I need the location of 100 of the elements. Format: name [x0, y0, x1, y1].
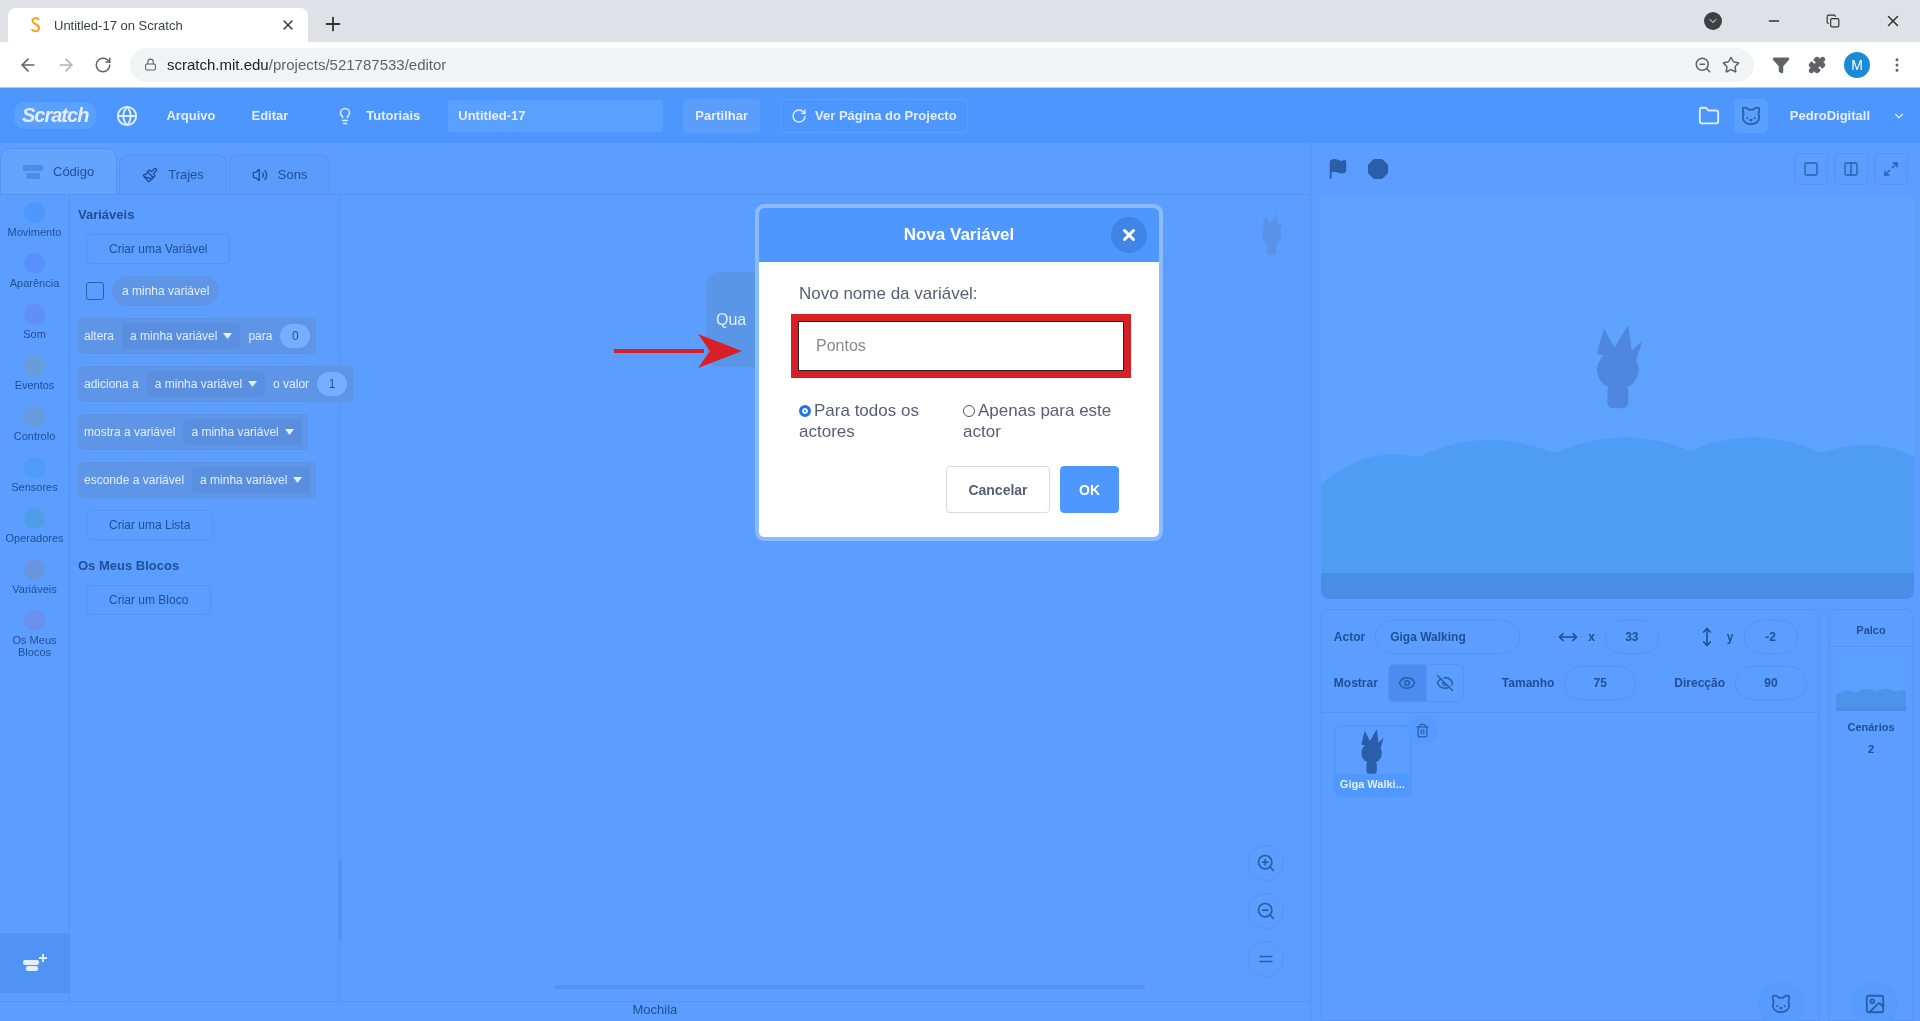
zoom-out-icon [1255, 901, 1276, 921]
field-label: Mostrar [1333, 676, 1378, 690]
radio-option[interactable]: Apenas para este actor [963, 400, 1113, 442]
eye-off-icon [1435, 674, 1454, 692]
code-block[interactable]: adiciona a a minha variável o valor 1 [78, 366, 354, 402]
stop-icon[interactable] [1366, 158, 1389, 180]
caret-icon [223, 333, 233, 339]
code-block[interactable]: altera a minha variável para 0 [78, 318, 317, 354]
tab-title: Untitled-17 on Scratch [54, 17, 184, 33]
zoom-out-icon[interactable] [1694, 55, 1712, 74]
field-label: Actor [1333, 630, 1366, 644]
caret-icon [293, 477, 303, 483]
radio-button[interactable] [799, 405, 811, 417]
category-item[interactable]: Eventos [0, 352, 69, 403]
scratch-logo[interactable]: Scratch [14, 102, 97, 129]
code-block[interactable]: Qua [706, 272, 756, 367]
category-item[interactable]: Movimento [0, 199, 69, 250]
category-item[interactable]: Som [0, 301, 69, 352]
funnel-icon[interactable] [1772, 55, 1790, 74]
globe-icon[interactable] [116, 104, 139, 127]
eye-icon [1398, 674, 1417, 692]
delete-button[interactable] [1407, 715, 1438, 745]
user-avatar[interactable] [1733, 98, 1768, 133]
radio-button[interactable] [963, 405, 975, 417]
variable-reporter[interactable]: a minha variável [112, 276, 220, 306]
menu-item[interactable]: Tutoriais [358, 108, 429, 123]
reload-icon[interactable] [94, 55, 112, 74]
caret-icon [284, 429, 294, 435]
number-input[interactable]: 1 [317, 372, 348, 396]
large-stage-button[interactable] [1834, 153, 1868, 185]
tab-search-button[interactable] [1704, 12, 1722, 30]
fullscreen-icon [1883, 161, 1899, 177]
category-item[interactable]: Os Meus Blocos [0, 607, 69, 658]
category-item[interactable]: Sensores [0, 454, 69, 505]
scratch-favicon-icon [30, 17, 42, 33]
extensions-icon[interactable] [1808, 55, 1826, 74]
project-title-field[interactable]: Untitled-17 [448, 99, 664, 132]
add-backdrop-button[interactable] [1852, 981, 1898, 1021]
circular-arrow-icon [791, 107, 808, 124]
lock-icon [144, 58, 157, 71]
profile-avatar[interactable]: M [1844, 51, 1870, 78]
close-button[interactable] [1111, 217, 1147, 253]
editor-tab[interactable]: Código [0, 148, 118, 194]
cat-icon [1739, 104, 1762, 127]
add-sprite-button[interactable] [1758, 981, 1804, 1021]
url-text: scratch.mit.edu/projects/521787533/editor [167, 56, 448, 73]
share-button[interactable]: Partilhar [683, 98, 761, 133]
fullscreen-button[interactable] [1874, 153, 1908, 185]
make-block-button[interactable]: Criar um Bloco [86, 585, 212, 615]
variable-dropdown[interactable]: a minha variável [192, 467, 311, 493]
ok-button[interactable]: OK [1060, 466, 1119, 513]
cancel-button[interactable]: Cancelar [946, 466, 1050, 513]
category-item[interactable]: Variáveis [0, 556, 69, 607]
code-block[interactable]: mostra a variável a minha variável [78, 414, 308, 450]
category-item[interactable]: Controlo [0, 403, 69, 454]
trash-icon [1415, 722, 1431, 738]
backdrops-label: Cenários [1847, 721, 1895, 733]
address-bar[interactable]: scratch.mit.edu/projects/521787533/editor [130, 47, 1754, 82]
sprite-tile[interactable]: Giga Walki... [1333, 725, 1412, 797]
block-label: para [248, 329, 273, 343]
backpack-label[interactable]: Mochila [632, 1002, 678, 1021]
block-label: adiciona a [84, 377, 139, 391]
browser-tab[interactable]: Untitled-17 on Scratch [8, 8, 308, 42]
make-list-button[interactable]: Criar uma Lista [86, 510, 214, 540]
field-label: Direcção [1674, 676, 1725, 690]
block-label: mostra a variável [84, 425, 176, 439]
editor-tab[interactable]: Sons [228, 154, 331, 194]
checkbox[interactable] [86, 282, 104, 300]
show-button[interactable] [1388, 665, 1426, 701]
project-page-button[interactable]: Ver Página do Projecto [780, 98, 968, 133]
category-item[interactable]: Aparência [0, 250, 69, 301]
close-icon [1120, 226, 1138, 244]
image-icon [1864, 993, 1886, 1015]
folder-icon[interactable] [1697, 104, 1720, 127]
radio-option[interactable]: Para todos os actores [799, 400, 939, 442]
number-input[interactable]: 0 [280, 324, 311, 348]
username[interactable]: PedroDigitall [1781, 108, 1878, 123]
block-label: altera [84, 329, 115, 343]
variable-dropdown[interactable]: a minha variável [122, 323, 241, 349]
variable-dropdown[interactable]: a minha variável [146, 371, 266, 397]
menu-item[interactable]: Arquivo [158, 108, 224, 123]
add-extension-button[interactable] [0, 933, 70, 993]
make-variable-button[interactable]: Criar uma Variável [86, 234, 231, 264]
code-block[interactable]: esconde a variável a minha variável [78, 462, 317, 498]
square-icon [1803, 161, 1819, 177]
field-label: Novo nome da variável: [799, 284, 979, 304]
editor-tab[interactable]: Trajes [119, 154, 227, 194]
add-blocks-icon [23, 954, 47, 972]
speaker-icon [251, 166, 268, 183]
category-item[interactable]: Operadores [0, 505, 69, 556]
field-label: Tamanho [1501, 676, 1555, 690]
restore-icon[interactable] [1826, 14, 1840, 28]
dialog-title: Nova Variável [903, 225, 1015, 245]
variable-dropdown[interactable]: a minha variável [183, 419, 302, 445]
variable-name-field[interactable]: Pontos [798, 321, 1124, 371]
small-stage-button[interactable] [1794, 153, 1828, 185]
star-icon[interactable] [1722, 55, 1740, 74]
field-label: y [1726, 630, 1734, 644]
menu-item[interactable]: Editar [243, 108, 297, 123]
zoom-in-icon [1255, 853, 1276, 873]
